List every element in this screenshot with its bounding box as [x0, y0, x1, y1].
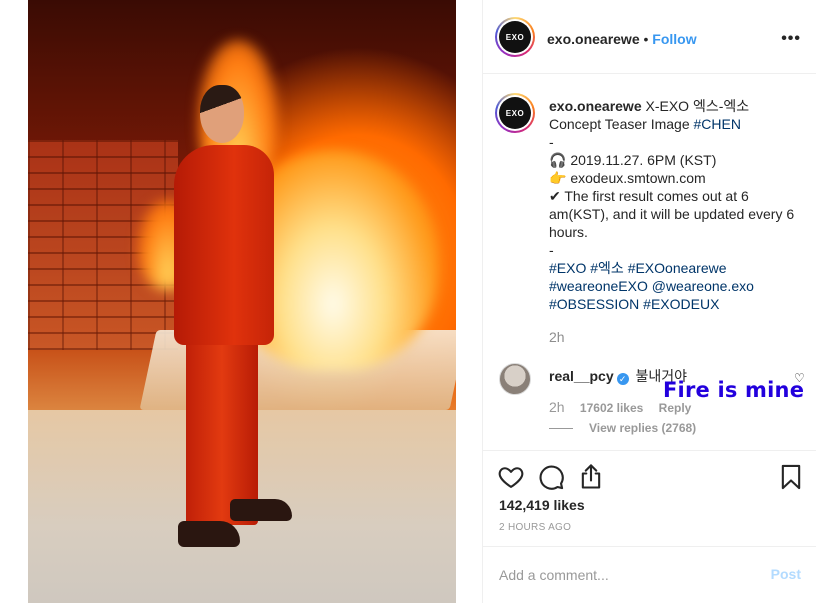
follow-button[interactable]: Follow — [652, 31, 696, 47]
bookmark-icon[interactable] — [777, 463, 805, 491]
comment-icon[interactable] — [537, 463, 565, 491]
caption-dash: - — [549, 242, 554, 258]
caption-avatar[interactable]: EXO — [495, 93, 535, 133]
commenter-avatar[interactable] — [499, 363, 531, 395]
share-icon[interactable] — [577, 463, 605, 491]
hashtag-link[interactable]: #OBSESSION — [549, 296, 639, 312]
separator-dot: • — [643, 31, 649, 47]
caption-username[interactable]: exo.onearewe — [549, 98, 642, 114]
header-user-line: exo.onearewe • Follow — [547, 31, 697, 47]
comment-likes[interactable]: 17602 likes — [580, 401, 643, 415]
caption-dash: - — [549, 134, 554, 150]
likes-count[interactable]: 142,419 likes — [499, 497, 585, 513]
caption-result: ✔ The first result comes out at 6 am(KST… — [549, 188, 795, 240]
hashtag-link[interactable]: #EXODEUX — [643, 296, 719, 312]
comment-box: Post — [483, 546, 816, 603]
comment-input[interactable] — [499, 565, 749, 585]
heart-icon[interactable] — [497, 463, 525, 491]
more-options-icon[interactable]: ••• — [781, 30, 801, 48]
profile-avatar[interactable]: EXO — [495, 17, 535, 57]
comment-time: 2h — [549, 399, 565, 415]
hashtag-link[interactable]: #CHEN — [694, 116, 741, 132]
overlay-caption-text: Fire is mine — [663, 378, 805, 402]
replies-divider — [549, 428, 573, 430]
post-caption: exo.onearewe X-EXO 엑스-엑소 Concept Teaser … — [549, 97, 804, 313]
post-comment-button[interactable]: Post — [771, 566, 801, 582]
caption-site: 👉 exodeux.smtown.com — [549, 170, 706, 186]
commenter-username[interactable]: real__pcy — [549, 368, 614, 384]
mention-link[interactable]: @weareone.exo — [652, 278, 754, 294]
hashtag-link[interactable]: #엑소 — [590, 260, 624, 276]
caption-time: 2h — [549, 329, 565, 345]
hashtag-link[interactable]: #EXO — [549, 260, 586, 276]
post-photo[interactable] — [28, 0, 456, 603]
post-actions: 142,419 likes 2 HOURS AGO — [483, 450, 816, 546]
post-timestamp: 2 HOURS AGO — [499, 522, 572, 533]
reply-button[interactable]: Reply — [659, 401, 692, 415]
hashtag-link[interactable]: #EXOonearewe — [628, 260, 727, 276]
hashtag-link[interactable]: #weareoneEXO — [549, 278, 648, 294]
verified-badge-icon: ✓ — [616, 373, 629, 385]
view-replies-label: View replies (2768) — [589, 421, 697, 435]
profile-username[interactable]: exo.onearewe — [547, 31, 640, 47]
caption-date: 🎧 2019.11.27. 6PM (KST) — [549, 152, 717, 168]
post-header: EXO exo.onearewe • Follow ••• — [483, 0, 816, 74]
post-side-panel: EXO exo.onearewe • Follow ••• EXO exo.on… — [482, 0, 816, 603]
view-replies-button[interactable]: View replies (2768) — [549, 421, 696, 435]
person-in-red-suit — [168, 85, 292, 565]
